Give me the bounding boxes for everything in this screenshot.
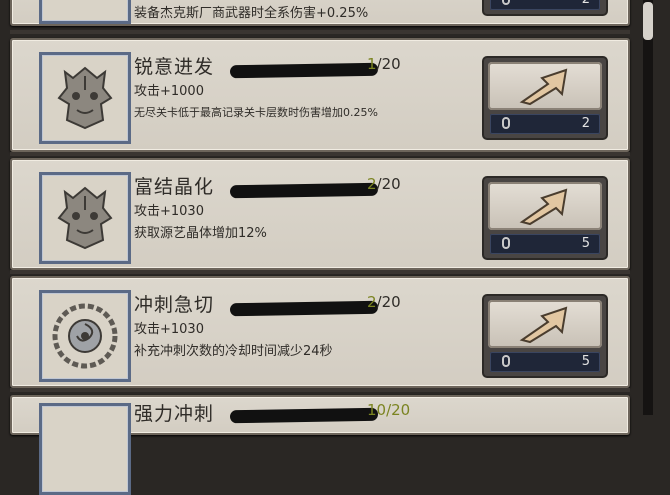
currency-icon: [502, 237, 510, 249]
skill-attack-text: 攻击+1000: [134, 84, 204, 99]
upgrade-button-face: [488, 300, 602, 348]
skill-icon-frame: [39, 52, 131, 144]
cost-panel: 5: [490, 352, 600, 372]
upgrade-button[interactable]: 5: [482, 176, 608, 260]
skill-attack-text: 攻击+1030: [134, 204, 204, 219]
beast-mask-icon: [57, 66, 113, 130]
upgrade-button-face: [488, 62, 602, 110]
skill-card-partial-top: 装备杰克斯厂商武器时全系伤害+0.25% 2: [10, 0, 630, 26]
cost-value: 5: [581, 354, 590, 369]
skill-title: 锐意进发: [134, 56, 215, 78]
card-divider: [10, 152, 630, 156]
skill-effect-text: 装备杰克斯厂商武器时全系伤害+0.25%: [134, 6, 369, 21]
skill-icon-frame: [39, 172, 131, 264]
skill-card-partial-bottom: 强力冲刺 10/20: [10, 395, 630, 495]
upgrade-arrow-icon: [519, 306, 568, 344]
upgrade-arrow-icon: [519, 188, 568, 226]
skill-title: 冲刺急切: [134, 294, 215, 316]
cost-panel: 2: [490, 114, 600, 134]
skill-effect-text: 无尽关卡低于最高记录关卡层数时伤害增加0.25%: [134, 106, 378, 119]
skill-effect-text: 获取源艺晶体增加12%: [134, 226, 267, 241]
beast-mask-icon: [57, 186, 113, 250]
skill-card: 冲刺急切 2/20 攻击+1030 补充冲刺次数的冷却时间减少24秒 5: [10, 276, 630, 388]
skill-level: 1/20: [367, 55, 401, 73]
currency-icon: [502, 355, 510, 367]
skill-card: 锐意进发 1/20 攻击+1000 无尽关卡低于最高记录关卡层数时伤害增加0.2…: [10, 38, 630, 152]
upgrade-button-face: [488, 182, 602, 230]
scrollbar-thumb[interactable]: [643, 2, 653, 40]
skill-title: 强力冲刺: [134, 403, 215, 425]
skill-attack-text: 攻击+1030: [134, 322, 204, 337]
skill-level: 2/20: [367, 175, 401, 193]
cost-value: 5: [581, 236, 590, 251]
skill-title: 富结晶化: [134, 176, 215, 198]
upgrade-button[interactable]: 5: [482, 294, 608, 378]
skill-card: 富结晶化 2/20 攻击+1030 获取源艺晶体增加12% 5: [10, 158, 630, 270]
upgrade-arrow-icon: [519, 68, 568, 106]
skill-icon-frame: [39, 290, 131, 382]
currency-icon: [502, 0, 510, 5]
cost-value: 2: [582, 0, 590, 7]
skill-effect-text: 补充冲刺次数的冷却时间减少24秒: [134, 344, 333, 359]
redaction-scribble: [229, 407, 379, 424]
upgrade-button[interactable]: 2: [482, 56, 608, 140]
skill-icon-frame: [39, 0, 131, 24]
scrollbar-track[interactable]: [643, 0, 653, 415]
card-divider: [10, 270, 630, 274]
card-divider: [10, 30, 630, 34]
swirl-wreath-icon: [52, 303, 118, 369]
card-divider: [10, 388, 630, 392]
skill-level: 10/20: [367, 401, 411, 419]
redaction-scribble: [229, 182, 379, 199]
skill-level: 2/20: [367, 293, 401, 311]
upgrade-button[interactable]: 2: [482, 0, 608, 16]
currency-icon: [502, 117, 510, 129]
skill-list: 装备杰克斯厂商武器时全系伤害+0.25% 2 锐意进发 1/20 攻击+1000…: [0, 0, 640, 495]
skill-icon-frame: [39, 403, 131, 495]
cost-value: 2: [581, 116, 590, 131]
redaction-scribble: [229, 62, 379, 79]
redaction-scribble: [229, 300, 379, 317]
cost-panel: 2: [490, 0, 600, 10]
cost-panel: 5: [490, 234, 600, 254]
